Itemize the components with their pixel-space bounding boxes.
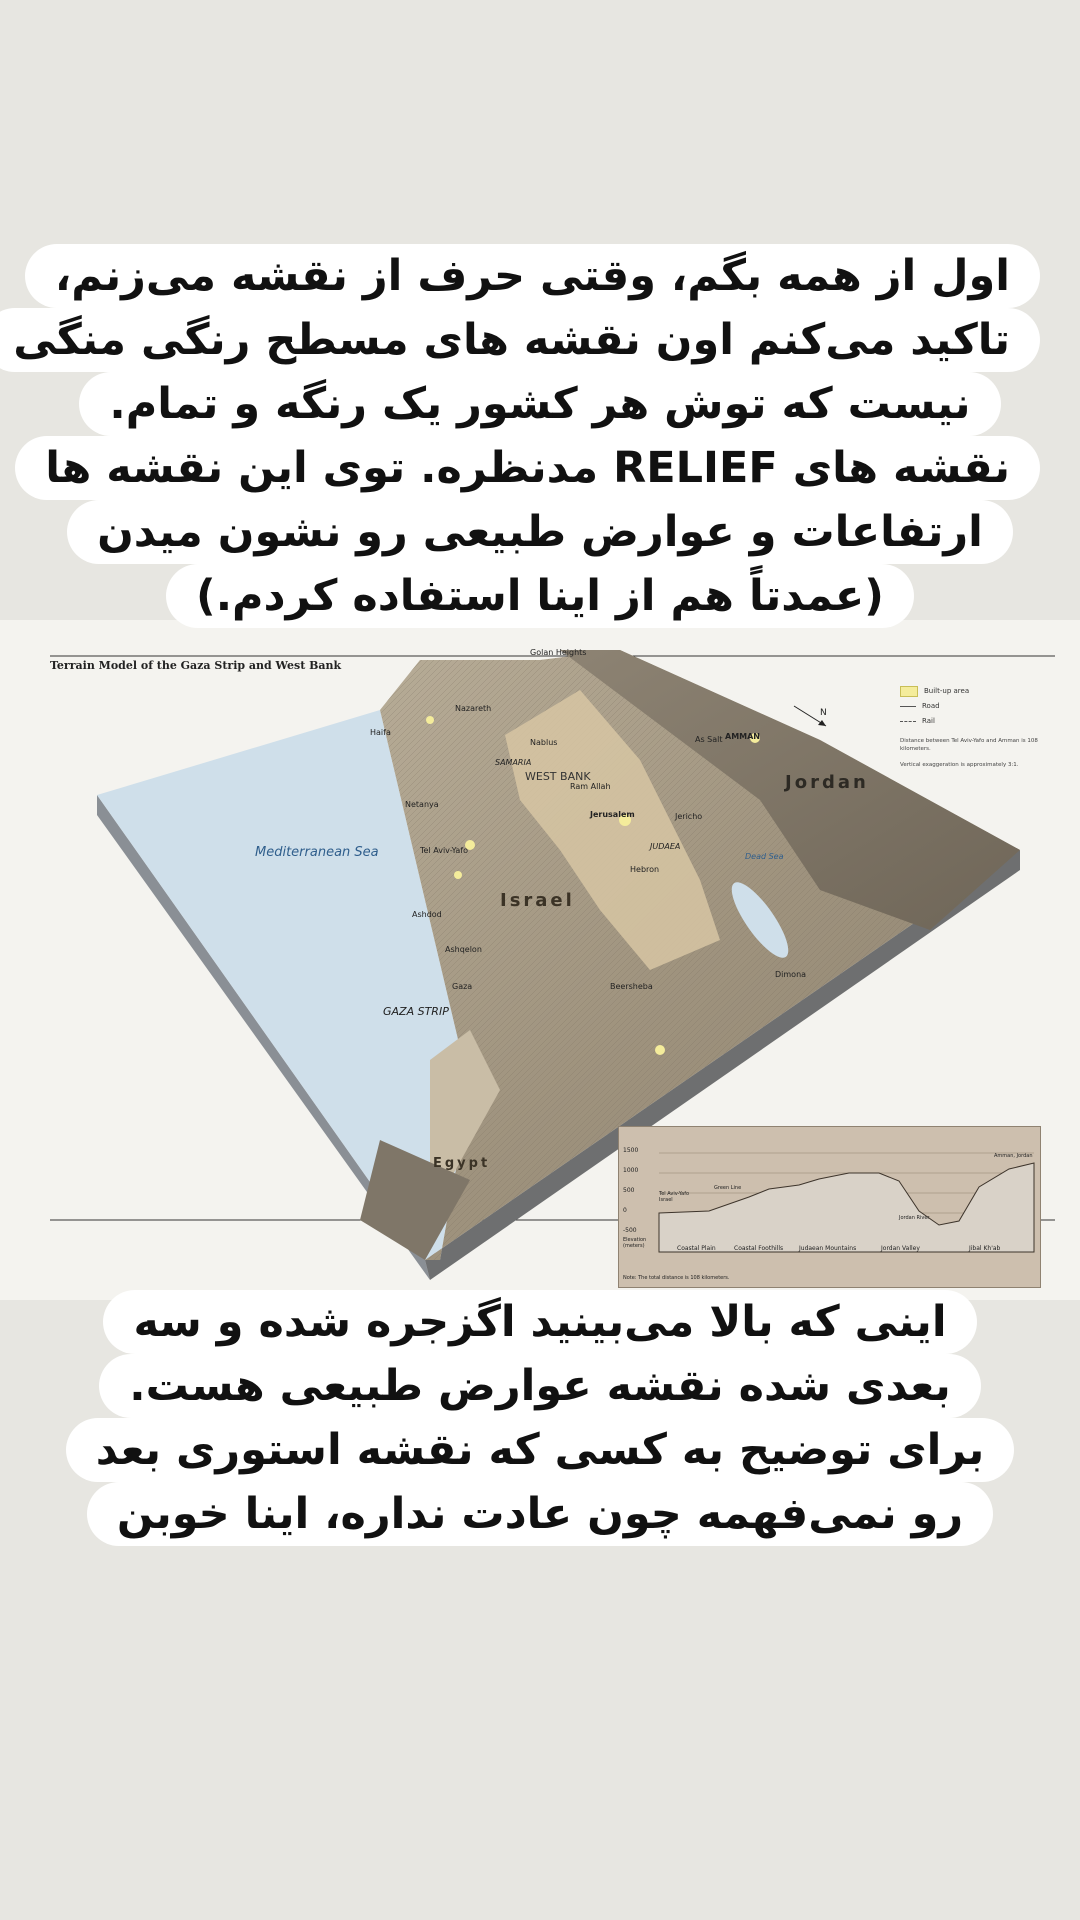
story-screen: اول از همه بگم، وقتی حرف از نقشه می‌زنم،…: [0, 0, 1080, 1920]
map-title: Terrain Model of the Gaza Strip and West…: [50, 659, 342, 672]
caption-line: بعدی شده نقشه عوارض طبیعی هست.: [99, 1354, 981, 1418]
caption-line: تاکید می‌کنم اون نقشه های مسطح رنگی منگی: [0, 308, 1040, 372]
built-up-marker: [426, 716, 434, 724]
label-dead-sea: Dead Sea: [745, 852, 784, 861]
legend-built-up: Built-up area: [924, 687, 970, 695]
label-as-salt: As Salt: [695, 735, 723, 744]
label-jordan: Jordan: [785, 772, 869, 793]
rail-swatch: [900, 721, 916, 722]
legend-note-exaggeration: Vertical exaggeration is approximately 3…: [900, 762, 1019, 768]
profile-place: Green Line: [714, 1185, 742, 1191]
label-samaria: SAMARIA: [495, 758, 532, 767]
legend-road: Road: [922, 702, 940, 710]
label-hebron: Hebron: [630, 865, 660, 874]
caption-bottom: اینی که بالا می‌بینید اگزجره شده و سه بع…: [40, 1290, 1040, 1546]
caption-line: نیست که توش هر کشور یک رنگه و تمام.: [79, 372, 1001, 436]
label-judaea: JUDAEA: [650, 842, 681, 851]
profile-tick: 1000: [623, 1167, 639, 1174]
profile-tick: 1500: [623, 1147, 639, 1154]
label-nablus: Nablus: [530, 738, 558, 747]
profile-tick: 0: [623, 1207, 627, 1214]
profile-region: Coastal Plain: [677, 1245, 716, 1252]
profile-silhouette: [658, 1162, 1035, 1253]
profile-place: Tel Aviv-Yafo Israel: [659, 1191, 690, 1203]
profile-region: Jibal Kh'ab: [969, 1245, 1001, 1252]
caption-line: اینی که بالا می‌بینید اگزجره شده و سه: [103, 1290, 977, 1354]
profile-tick: 500: [623, 1187, 635, 1194]
caption-line: نقشه های RELIEF مدنظره. توی این نقشه ها: [15, 436, 1040, 500]
label-ramallah: Ram Allah: [570, 782, 611, 791]
label-nazareth: Nazareth: [455, 704, 492, 713]
label-ashdod: Ashdod: [412, 910, 442, 919]
label-golan: Golan Heights: [530, 648, 587, 657]
profile-place: Amman, Jordan: [994, 1153, 1033, 1159]
label-jericho: Jericho: [675, 812, 703, 821]
profile-region: Judaean Mountains: [799, 1245, 857, 1252]
north-label: N: [820, 708, 827, 718]
terrain-map-image: Terrain Model of the Gaza Strip and West…: [0, 620, 1080, 1300]
legend-note-distance: Distance between Tel Aviv-Yafo and Amman…: [900, 738, 1038, 752]
profile-tick: -500: [623, 1227, 637, 1234]
legend-rail: Rail: [922, 717, 935, 725]
caption-line: برای توضیح به کسی که نقشه استوری بعد: [65, 1418, 1015, 1482]
profile-region: Jordan Valley: [881, 1245, 920, 1252]
label-ashqelon: Ashqelon: [445, 945, 482, 954]
map-legend: Built-up area Road Rail Distance between…: [900, 684, 1060, 769]
elevation-profile-graphic: [658, 1152, 1035, 1253]
label-beersheba: Beersheba: [610, 982, 653, 991]
label-tel-aviv: Tel Aviv-Yafo: [420, 846, 469, 855]
profile-note: Note: The total distance is 108 kilomete…: [623, 1275, 730, 1281]
label-netanya: Netanya: [405, 800, 439, 809]
caption-line: ارتفاعات و عوارض طبیعی رو نشون میدن: [67, 500, 1013, 564]
elevation-profile-inset: 1500 1000 500 0 -500 Elevation (meters) …: [618, 1126, 1041, 1288]
label-egypt: Egypt: [433, 1156, 491, 1171]
profile-ylabel: Elevation (meters): [623, 1237, 647, 1249]
label-haifa: Haifa: [370, 728, 391, 737]
label-amman: AMMAN: [725, 732, 760, 741]
north-arrow-icon: [793, 705, 827, 727]
caption-line: رو نمی‌فهمه چون عادت نداره، اینا خوبن: [86, 1482, 994, 1546]
label-gaza-city: Gaza: [452, 982, 473, 991]
built-up-marker: [454, 871, 462, 879]
profile-place: Jordan River: [899, 1215, 930, 1221]
label-israel: Israel: [500, 890, 575, 911]
road-swatch: [900, 706, 916, 707]
label-jerusalem: Jerusalem: [590, 810, 635, 819]
label-dimona: Dimona: [775, 970, 807, 979]
built-up-swatch: [900, 686, 918, 697]
north-arrow: N: [790, 702, 836, 732]
label-gaza-strip: GAZA STRIP: [383, 1005, 449, 1018]
label-mediterranean: Mediterranean Sea: [255, 845, 379, 860]
caption-top: اول از همه بگم، وقتی حرف از نقشه می‌زنم،…: [0, 244, 1040, 628]
caption-line: (عمدتاً هم از اینا استفاده کردم.): [166, 564, 914, 628]
caption-line: اول از همه بگم، وقتی حرف از نقشه می‌زنم،: [24, 244, 1040, 308]
built-up-marker: [655, 1045, 665, 1055]
profile-region: Coastal Foothills: [734, 1245, 784, 1252]
